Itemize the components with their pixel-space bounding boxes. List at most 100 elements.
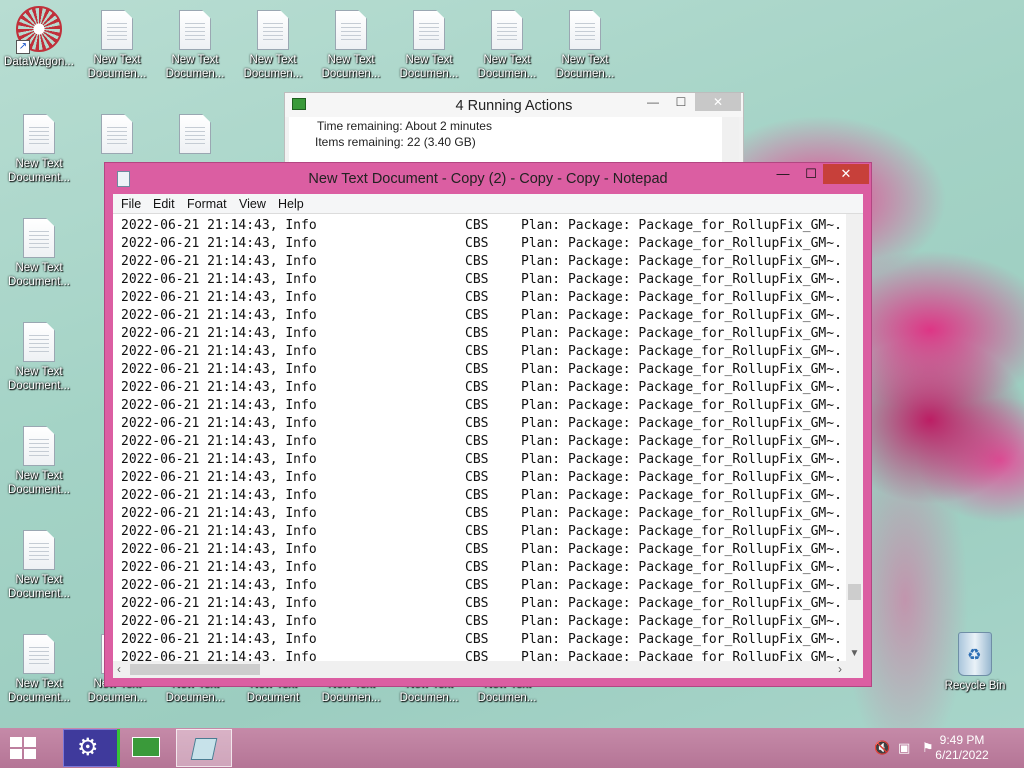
- log-source: CBS: [465, 470, 489, 485]
- text-file-icon: [101, 10, 133, 50]
- text-file-icon: [179, 114, 211, 154]
- clock[interactable]: 9:49 PM 6/21/2022: [922, 733, 1002, 763]
- log-message: Plan: Package: Package_for_RollupFix_GM~…: [521, 416, 842, 431]
- scroll-down-arrow-icon[interactable]: ▼: [846, 648, 863, 659]
- log-source: CBS: [465, 308, 489, 323]
- log-timestamp: 2022-06-21 21:14:43, Info: [121, 650, 317, 661]
- text-document-icon[interactable]: New Text Documen...: [468, 0, 546, 80]
- log-source: CBS: [465, 272, 489, 287]
- menu-edit[interactable]: Edit: [153, 194, 175, 211]
- text-file-icon: [413, 10, 445, 50]
- text-document-icon[interactable]: New Text Documen...: [390, 0, 468, 80]
- desktop-icon-label: New Text Document...: [8, 262, 70, 288]
- log-source: CBS: [465, 326, 489, 341]
- menu-help[interactable]: Help: [278, 194, 304, 211]
- log-timestamp: 2022-06-21 21:14:43, Info: [121, 434, 317, 449]
- text-editor[interactable]: 2022-06-21 21:14:43, Info CBS Plan: Packag…: [113, 214, 846, 661]
- close-button[interactable]: ✕: [823, 164, 869, 184]
- maximize-button[interactable]: ☐: [667, 93, 695, 111]
- text-file-icon: [257, 10, 289, 50]
- network-icon[interactable]: ▣: [898, 740, 910, 756]
- vertical-scroll-thumb[interactable]: [848, 584, 861, 600]
- log-message: Plan: Package: Package_for_RollupFix_GM~…: [521, 452, 842, 467]
- log-source: CBS: [465, 650, 489, 661]
- text-document-icon[interactable]: New Text Documen...: [234, 0, 312, 80]
- notepad-title: New Text Document - Copy (2) - Copy - Co…: [308, 171, 668, 187]
- desktop-icon-label: New Text Document...: [8, 470, 70, 496]
- windows-logo-pane: [10, 749, 22, 759]
- log-source: CBS: [465, 362, 489, 377]
- desktop-icon-label: New Text Documen...: [555, 54, 615, 80]
- speaker-muted-icon[interactable]: 🔇: [874, 740, 890, 756]
- text-document-icon[interactable]: New Text Documen...: [312, 0, 390, 80]
- transfer-icon: [132, 737, 160, 757]
- scroll-left-arrow-icon[interactable]: ‹: [117, 662, 121, 676]
- items-remaining-label: Items remaining:: [315, 135, 404, 149]
- desktop-icon-label: New Text Documen...: [321, 54, 381, 80]
- log-source: CBS: [465, 218, 489, 233]
- text-document-icon[interactable]: New Text Documen...: [546, 0, 624, 80]
- text-document-icon[interactable]: New Text Document...: [0, 208, 78, 288]
- running-actions-window[interactable]: 4 Running Actions — ☐ ✕ Time remaining: …: [284, 92, 744, 172]
- taskbar-settings-button[interactable]: ⚙: [63, 729, 119, 767]
- text-document-icon[interactable]: New Text Document...: [0, 416, 78, 496]
- text-document-icon[interactable]: New Text Document...: [0, 104, 78, 184]
- log-timestamp: 2022-06-21 21:14:43, Info: [121, 416, 317, 431]
- minimize-button[interactable]: —: [639, 93, 667, 111]
- desktop-icon-label: New Text Documen...: [165, 54, 225, 80]
- clock-time: 9:49 PM: [939, 733, 985, 747]
- close-button[interactable]: ✕: [695, 93, 741, 111]
- log-timestamp: 2022-06-21 21:14:43, Info: [121, 470, 317, 485]
- minimize-button[interactable]: —: [769, 164, 797, 184]
- desktop-icon-label: New Text Document...: [8, 366, 70, 392]
- menu-view[interactable]: View: [239, 194, 266, 211]
- notepad-window[interactable]: New Text Document - Copy (2) - Copy - Co…: [104, 162, 872, 687]
- text-document-icon[interactable]: New Text Documen...: [156, 0, 234, 80]
- text-document-icon[interactable]: New Text Documen...: [78, 0, 156, 80]
- log-source: CBS: [465, 488, 489, 503]
- text-file-icon: [23, 322, 55, 362]
- log-message: Plan: Package: Package_for_RollupFix_GM~…: [521, 470, 842, 485]
- notepad-titlebar[interactable]: New Text Document - Copy (2) - Copy - Co…: [105, 163, 871, 194]
- text-document-icon[interactable]: New Text Document...: [0, 624, 78, 704]
- text-document-icon[interactable]: New Text Document...: [0, 312, 78, 392]
- log-source: CBS: [465, 416, 489, 431]
- text-file-icon: [569, 10, 601, 50]
- clock-date: 6/21/2022: [935, 748, 989, 762]
- taskbar-notepad-button[interactable]: [176, 729, 232, 767]
- time-remaining-label: Time remaining:: [317, 119, 403, 133]
- log-timestamp: 2022-06-21 21:14:43, Info: [121, 308, 317, 323]
- taskbar-running-actions-button[interactable]: [117, 729, 173, 767]
- menu-file[interactable]: File: [121, 194, 141, 211]
- recycle-bin-icon[interactable]: Recycle Bin: [936, 624, 1014, 704]
- menu-format[interactable]: Format: [187, 194, 227, 211]
- running-actions-titlebar[interactable]: 4 Running Actions — ☐ ✕: [285, 93, 743, 117]
- desktop-icon-label: New Text Documen...: [399, 54, 459, 80]
- log-message: Plan: Package: Package_for_RollupFix_GM~…: [521, 380, 842, 395]
- log-message: Plan: Package: Package_for_RollupFix_GM~…: [521, 560, 842, 575]
- log-message: Plan: Package: Package_for_RollupFix_GM~…: [521, 236, 842, 251]
- desktop-icon-label: Recycle Bin: [944, 680, 1006, 692]
- text-file-icon: [101, 114, 133, 154]
- maximize-button[interactable]: ☐: [797, 164, 825, 184]
- log-message: Plan: Package: Package_for_RollupFix_GM~…: [521, 542, 842, 557]
- log-timestamp: 2022-06-21 21:14:43, Info: [121, 632, 317, 647]
- scroll-right-arrow-icon[interactable]: ›: [838, 662, 842, 676]
- log-source: CBS: [465, 614, 489, 629]
- log-timestamp: 2022-06-21 21:14:43, Info: [121, 524, 317, 539]
- desktop-icon-label: New Text Documen...: [477, 54, 537, 80]
- log-message: Plan: Package: Package_for_RollupFix_GM~…: [521, 272, 842, 287]
- windows-logo-pane: [24, 749, 36, 759]
- datawagon-shortcut-icon[interactable]: ↗ DataWagon...: [0, 0, 78, 80]
- horizontal-scrollbar[interactable]: ‹ ›: [113, 661, 846, 678]
- log-timestamp: 2022-06-21 21:14:43, Info: [121, 578, 317, 593]
- text-document-icon[interactable]: New Text Document...: [0, 520, 78, 600]
- horizontal-scroll-thumb[interactable]: [130, 664, 260, 675]
- log-message: Plan: Package: Package_for_RollupFix_GM~…: [521, 290, 842, 305]
- vertical-scrollbar[interactable]: ▼: [846, 214, 863, 661]
- windows-logo-icon: [10, 737, 22, 747]
- start-button[interactable]: [10, 737, 38, 761]
- log-timestamp: 2022-06-21 21:14:43, Info: [121, 290, 317, 305]
- taskbar: ⚙ 🔇 ▣ ⚑ 9:49 PM 6/21/2022: [0, 728, 1024, 768]
- desktop-icon-label: New Text Documen...: [243, 54, 303, 80]
